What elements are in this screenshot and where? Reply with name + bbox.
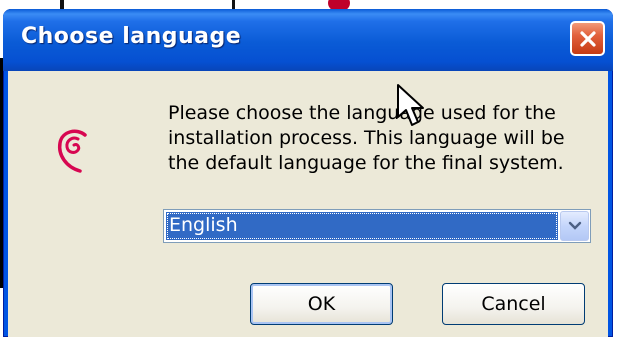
chevron-down-icon xyxy=(568,221,581,230)
choose-language-dialog: Choose language Please choose the langua… xyxy=(3,9,613,337)
debian-swirl-icon xyxy=(57,129,87,173)
dialog-body: Please choose the language used for the … xyxy=(8,71,608,337)
close-button[interactable] xyxy=(570,21,605,56)
language-select-value[interactable]: English xyxy=(166,212,558,240)
language-select[interactable]: English xyxy=(163,209,591,243)
dropdown-button[interactable] xyxy=(560,211,589,241)
cancel-button[interactable]: Cancel xyxy=(442,283,585,325)
instruction-text: Please choose the language used for the … xyxy=(168,102,565,174)
title-bar[interactable]: Choose language xyxy=(3,9,613,71)
ok-button[interactable]: OK xyxy=(250,283,393,325)
dialog-title: Choose language xyxy=(21,24,242,49)
mouse-pointer-icon xyxy=(397,84,424,126)
close-icon xyxy=(579,30,596,47)
